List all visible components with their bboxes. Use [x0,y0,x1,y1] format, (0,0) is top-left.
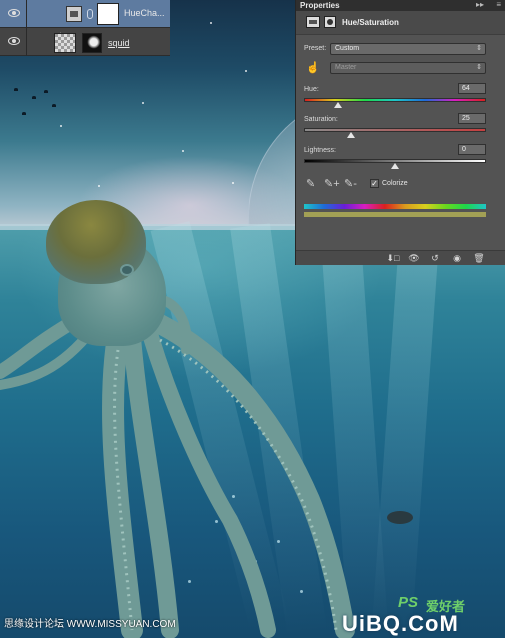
adjustment-layer-thumbnail[interactable] [66,6,82,22]
hue-slider-track[interactable] [304,98,486,102]
panel-titlebar[interactable]: Properties ▸▸ ≡ [296,0,505,11]
eyedropper-icon[interactable]: ✎ [306,177,320,191]
saturation-slider-thumb[interactable] [347,132,355,138]
layer-mask-thumbnail[interactable] [97,3,119,25]
channel-value: Master [335,64,357,71]
eyedropper-plus-icon[interactable]: ✎+ [324,177,340,191]
adjustment-header: Hue/Saturation [296,11,505,35]
toggle-visibility-icon[interactable]: ◉ [450,252,464,264]
saturation-slider-track[interactable] [304,128,486,132]
lightness-slider-thumb[interactable] [391,163,399,169]
visibility-eye-icon[interactable] [8,9,20,17]
panel-menu-icon[interactable]: ≡ [496,0,501,9]
fish [387,511,413,524]
colorize-checkbox[interactable]: ✓ [370,179,379,188]
collapse-panel-icon[interactable]: ▸▸ [476,0,484,9]
hue-value-field[interactable]: 64 [458,83,486,94]
output-color-bar [304,212,486,217]
visibility-eye-icon[interactable] [8,37,20,45]
hue-saturation-icon[interactable] [306,16,320,28]
lightness-label: Lightness: [304,147,336,154]
lightness-value-field[interactable]: 0 [458,144,486,155]
layer-image-thumbnail[interactable] [54,33,76,53]
reset-icon[interactable]: ↺ [428,252,442,264]
layer-mask-thumbnail[interactable] [82,33,102,53]
hue-label: Hue: [304,86,319,93]
watermark-ps: PS [398,594,419,611]
layer-name[interactable]: HueCha... [124,8,165,18]
mask-icon[interactable] [324,16,336,28]
hue-slider-thumb[interactable] [334,102,342,108]
channel-select[interactable]: Master ⇕ [330,62,486,74]
chevron-updown-icon: ⇕ [476,64,482,71]
watermark-right: UiBQ.CoM [342,611,459,636]
divider [26,28,27,56]
clip-to-layer-icon[interactable]: ⬇□ [386,252,400,264]
adjustment-title: Hue/Saturation [342,18,399,27]
tab-properties[interactable]: Properties [300,1,340,10]
layers-panel: HueCha... ↓ squid [0,0,170,56]
layer-row-huesat[interactable]: HueCha... [0,0,170,28]
on-image-adjust-hand-icon[interactable]: ☝ [306,62,320,74]
octopus-eye [120,264,134,276]
view-previous-icon[interactable]: 👁 [407,252,421,264]
link-chain-icon[interactable] [87,9,93,19]
layer-name[interactable]: squid [108,38,130,48]
delete-icon[interactable]: 🗑 [472,252,486,264]
panel-footer: ⬇□ 👁 ↺ ◉ 🗑 [296,250,505,265]
chevron-updown-icon: ⇕ [476,45,482,52]
preset-select[interactable]: Custom ⇕ [330,43,486,55]
eyedropper-minus-icon[interactable]: ✎- [344,177,358,191]
properties-panel: Properties ▸▸ ≡ Hue/Saturation Preset: C… [295,0,505,265]
divider [26,0,27,28]
input-color-bar [304,204,486,209]
preset-label: Preset: [304,45,327,52]
preset-value: Custom [335,45,360,52]
watermark-left: 思缘设计论坛 WWW.MISSYUAN.COM [4,619,176,630]
saturation-label: Saturation: [304,116,338,123]
saturation-value-field[interactable]: 25 [458,113,486,124]
colorize-label[interactable]: Colorize [382,180,408,187]
